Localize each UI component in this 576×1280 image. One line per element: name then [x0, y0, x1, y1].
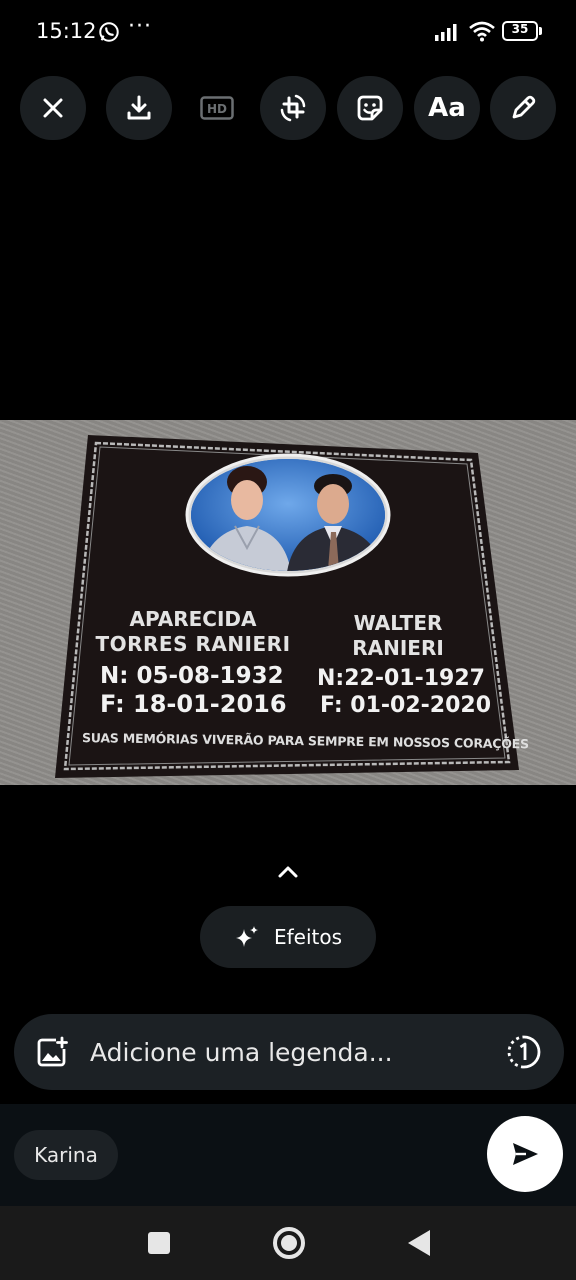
right-death-date: F: 01-02-2020: [320, 693, 492, 718]
effects-label: Efeitos: [273, 925, 343, 949]
system-nav-bar: [0, 1206, 576, 1280]
chevron-up-icon[interactable]: [274, 862, 302, 882]
photo-preview: APARECIDA TORRES RANIERI N: 05-08-1932 F…: [0, 420, 576, 785]
crop-rotate-button[interactable]: [260, 76, 326, 140]
right-name-line1: WALTER: [353, 611, 443, 635]
send-button[interactable]: [487, 1116, 563, 1192]
caption-bar: [14, 1014, 564, 1090]
sparkle-icon: [235, 926, 258, 947]
hd-icon: HD: [200, 96, 234, 120]
close-icon: [43, 98, 63, 118]
right-birth-date: N:22-01-1927: [317, 666, 485, 691]
left-name-line1: APARECIDA: [129, 607, 257, 631]
battery-icon: 35: [502, 21, 542, 41]
recipient-bar: Karina: [0, 1104, 576, 1206]
more-notifications-icon: ···: [128, 14, 152, 39]
close-button[interactable]: [20, 76, 86, 140]
download-icon: [127, 95, 151, 120]
sticker-button[interactable]: [337, 76, 403, 140]
text-icon: Aa: [428, 93, 466, 123]
sticker-icon: [357, 95, 383, 121]
send-icon: [513, 1143, 538, 1165]
home-icon[interactable]: [273, 1227, 305, 1259]
whatsapp-icon: [99, 22, 119, 42]
draw-button[interactable]: [490, 76, 556, 140]
add-image-icon[interactable]: [36, 1036, 68, 1068]
pencil-icon: [512, 95, 536, 119]
status-time: 15:12: [36, 19, 97, 43]
view-once-icon[interactable]: [506, 1034, 542, 1070]
effects-button[interactable]: Efeitos: [200, 906, 376, 968]
battery-level: 35: [511, 22, 529, 36]
text-button[interactable]: Aa: [414, 76, 480, 140]
right-name-line2: RANIERI: [352, 636, 444, 660]
status-bar: 15:12 ··· 35: [0, 0, 576, 64]
download-button[interactable]: [106, 76, 172, 140]
hd-quality-button[interactable]: HD: [184, 76, 250, 140]
signal-icon: [435, 24, 457, 41]
back-icon[interactable]: [408, 1230, 430, 1256]
left-birth-date: N: 05-08-1932: [100, 663, 284, 689]
crop-rotate-icon: [280, 94, 306, 122]
hd-label: HD: [207, 102, 227, 116]
recipient-chip[interactable]: Karina: [14, 1130, 118, 1180]
caption-input[interactable]: [90, 1032, 470, 1072]
recipient-name: Karina: [34, 1143, 98, 1167]
wifi-icon: [469, 21, 495, 42]
recents-icon[interactable]: [148, 1232, 170, 1254]
left-death-date: F: 18-01-2016: [100, 690, 287, 718]
left-name-line2: TORRES RANIERI: [95, 632, 291, 656]
